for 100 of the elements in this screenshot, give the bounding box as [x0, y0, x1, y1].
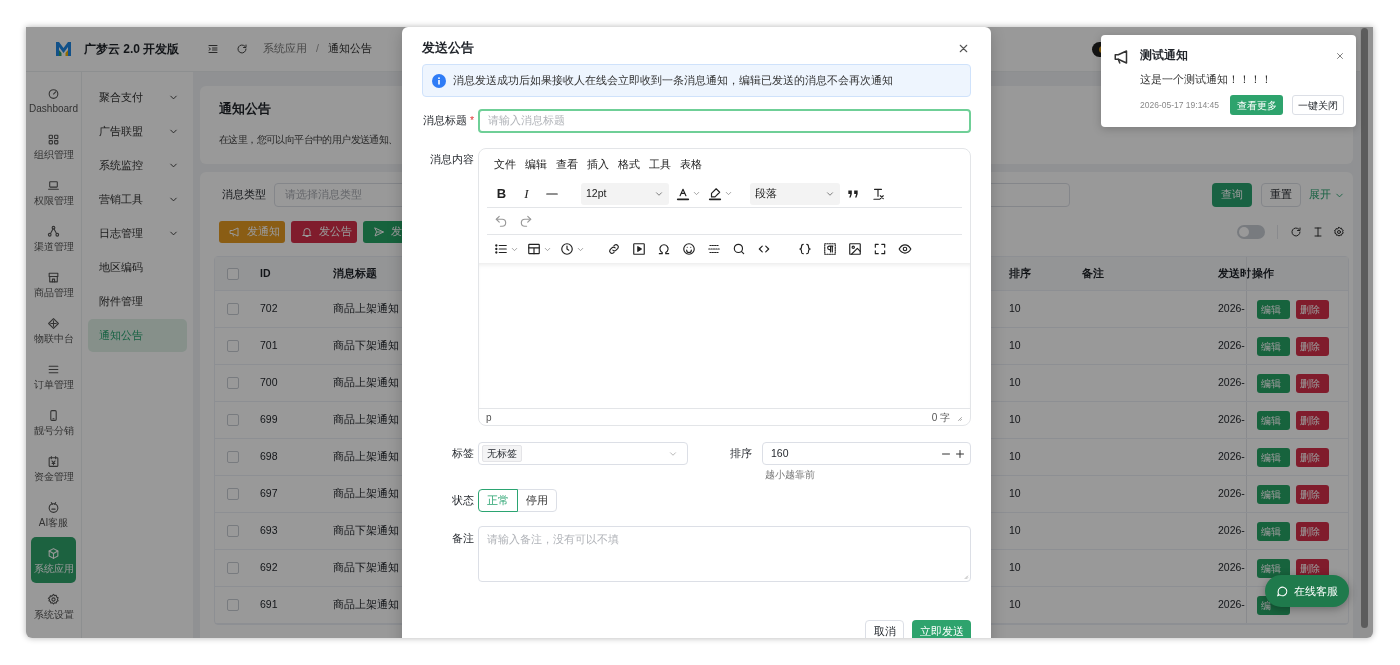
delete-button[interactable]: 删除 [1296, 336, 1329, 356]
pilcrow-icon[interactable] [822, 242, 837, 256]
resize-grip-icon[interactable] [961, 572, 969, 580]
edit-button[interactable]: 编辑 [1257, 410, 1290, 430]
delete-button[interactable]: 删除 [1296, 447, 1329, 467]
rail-item[interactable]: 靓号分销 [31, 399, 76, 445]
rich-text-editor[interactable]: 文件 编辑 查看 插入 格式 工具 表格 B I 12pt 段落 p 0 字 [478, 148, 971, 426]
submit-button[interactable]: 立即发送 [912, 620, 971, 638]
row-checkbox[interactable] [227, 525, 239, 537]
edit-button[interactable]: 编辑 [1257, 558, 1290, 578]
editor-menu-item[interactable]: 查看 [556, 156, 578, 173]
row-checkbox[interactable] [227, 488, 239, 500]
clock-menu[interactable] [560, 242, 585, 256]
rail-item[interactable]: Dashboard [31, 77, 76, 123]
block-format-select[interactable]: 段落 [750, 182, 840, 205]
media-icon[interactable] [631, 242, 646, 256]
row-checkbox[interactable] [227, 562, 239, 574]
close-all-button[interactable]: 一键关闭 [1292, 95, 1344, 115]
highlight-menu[interactable] [708, 186, 733, 201]
delete-button[interactable]: 删除 [1296, 484, 1329, 504]
edit-button[interactable]: 编辑 [1257, 521, 1290, 541]
edit-button[interactable]: 编辑 [1257, 336, 1290, 356]
editor-menu-item[interactable]: 格式 [618, 156, 640, 173]
font-size-select[interactable]: 12pt [581, 182, 669, 205]
text-color-menu[interactable] [676, 186, 701, 201]
code-icon[interactable] [756, 242, 771, 256]
status-option[interactable]: 正常 [478, 489, 518, 512]
submenu-item[interactable]: 营销工具 [88, 183, 187, 216]
undo-icon[interactable] [493, 214, 508, 228]
clear-format-icon[interactable] [870, 186, 885, 201]
rail-item[interactable]: 资金管理 [31, 445, 76, 491]
rail-item[interactable]: 系统设置 [31, 583, 76, 629]
editor-menu-item[interactable]: 表格 [680, 156, 702, 173]
image-icon[interactable] [847, 242, 862, 256]
edit-button[interactable]: 编辑 [1257, 373, 1290, 393]
plus-icon[interactable] [954, 447, 966, 460]
preview-icon[interactable] [897, 242, 912, 256]
editor-menu-item[interactable]: 工具 [649, 156, 671, 173]
table-cell: 701 [260, 338, 278, 354]
submenu-item[interactable]: 日志管理 [88, 217, 187, 250]
row-checkbox[interactable] [227, 451, 239, 463]
submenu-item[interactable]: 地区编码 [88, 251, 187, 284]
rail-item[interactable]: AI客服 [31, 491, 76, 537]
sort-number-input[interactable]: 160 [762, 442, 971, 465]
submenu-item[interactable]: 附件管理 [88, 285, 187, 318]
omega-icon[interactable] [656, 242, 671, 256]
link-icon[interactable] [606, 242, 621, 256]
search-icon[interactable] [731, 242, 746, 256]
delete-button[interactable]: 删除 [1296, 373, 1329, 393]
submenu-item[interactable]: 聚合支付 [88, 81, 187, 114]
table-cell: 10 [1009, 597, 1021, 613]
submenu-item[interactable]: 系统监控 [88, 149, 187, 182]
rail-item[interactable]: 权限管理 [31, 169, 76, 215]
row-checkbox[interactable] [227, 340, 239, 352]
toggle-switch[interactable] [1237, 225, 1265, 239]
italic-button[interactable]: I [514, 183, 539, 204]
row-checkbox[interactable] [227, 414, 239, 426]
row-checkbox[interactable] [227, 599, 239, 611]
refresh-icon[interactable] [1290, 226, 1302, 238]
cancel-button[interactable]: 取消 [865, 620, 904, 638]
edit-button[interactable]: 编辑 [1257, 484, 1290, 504]
bold-button[interactable]: B [489, 183, 514, 204]
rail-item[interactable]: 物联中台 [31, 307, 76, 353]
delete-button[interactable]: 删除 [1296, 521, 1329, 541]
settings-icon[interactable] [1333, 226, 1345, 238]
close-icon[interactable] [1335, 51, 1345, 61]
braces-icon[interactable] [797, 242, 812, 256]
editor-menu-item[interactable]: 插入 [587, 156, 609, 173]
search-button[interactable]: 查询 [1212, 183, 1252, 207]
menu-fold-icon[interactable] [207, 43, 219, 55]
reset-button[interactable]: 重置 [1261, 183, 1301, 207]
rail-item[interactable]: 系统应用 [31, 537, 76, 583]
row-checkbox[interactable] [227, 377, 239, 389]
editor-menu-item[interactable]: 文件 [494, 156, 516, 173]
table-menu[interactable] [527, 242, 552, 256]
refresh-icon[interactable] [236, 43, 248, 55]
row-checkbox[interactable] [227, 303, 239, 315]
edit-button[interactable]: 编辑 [1257, 299, 1290, 319]
redo-icon[interactable] [518, 214, 533, 228]
fullscreen-icon[interactable] [872, 242, 887, 256]
tag-select[interactable]: 无标签 [478, 442, 688, 465]
rail-item[interactable]: 商品管理 [31, 261, 76, 307]
row-height-icon[interactable] [1312, 226, 1324, 238]
delete-button[interactable]: 删除 [1296, 410, 1329, 430]
rail-item[interactable]: 渠道管理 [31, 215, 76, 261]
rail-item[interactable]: 组织管理 [31, 123, 76, 169]
delete-button[interactable]: 删除 [1296, 299, 1329, 319]
breadcrumb-item[interactable]: 系统应用 [263, 41, 307, 57]
editor-menu-item[interactable]: 编辑 [525, 156, 547, 173]
submenu-item[interactable]: 广告联盟 [88, 115, 187, 148]
bullet-list-menu[interactable] [494, 242, 519, 256]
view-more-button[interactable]: 查看更多 [1230, 95, 1283, 115]
expand-button[interactable]: 展开 [1309, 187, 1345, 203]
status-option[interactable]: 停用 [517, 489, 557, 512]
action-button[interactable]: 发公告 [291, 221, 357, 243]
rail-item[interactable]: 订单管理 [31, 353, 76, 399]
scrollbar[interactable] [1361, 28, 1368, 628]
edit-button[interactable]: 编辑 [1257, 447, 1290, 467]
emoji-icon[interactable] [681, 242, 696, 256]
row-checkbox[interactable] [227, 267, 239, 280]
